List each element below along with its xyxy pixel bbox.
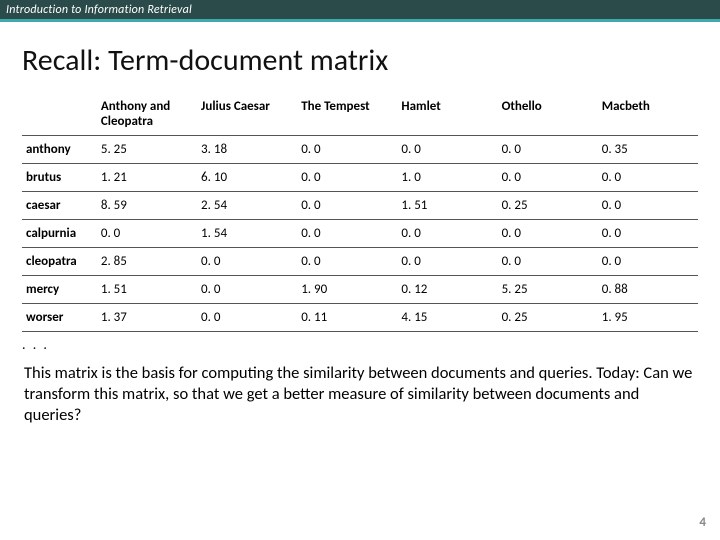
cell: 0. 35 [598, 136, 698, 164]
cell: 6. 10 [197, 164, 297, 192]
cell: 0. 0 [197, 248, 297, 276]
cell: 0. 0 [297, 136, 397, 164]
cell: 0. 0 [297, 164, 397, 192]
col-header: Julius Caesar [197, 93, 297, 136]
table-row: brutus1. 216. 100. 01. 00. 00. 0 [22, 164, 698, 192]
cell: 0. 0 [197, 304, 297, 332]
caption: This matrix is the basis for computing t… [0, 353, 720, 426]
cell: 0. 0 [297, 220, 397, 248]
cell: 1. 37 [97, 304, 197, 332]
cell: 0. 0 [598, 248, 698, 276]
row-header: cleopatra [22, 248, 97, 276]
cell: 1. 51 [97, 276, 197, 304]
cell: 0. 11 [297, 304, 397, 332]
table-row: worser1. 370. 00. 114. 150. 251. 95 [22, 304, 698, 332]
table-header-row: Anthony and Cleopatra Julius Caesar The … [22, 93, 698, 136]
table-row: anthony5. 253. 180. 00. 00. 00. 35 [22, 136, 698, 164]
cell: 0. 0 [397, 136, 497, 164]
header-bar: Introduction to Information Retrieval [0, 0, 720, 22]
cell: 1. 54 [197, 220, 297, 248]
table-row: cleopatra2. 850. 00. 00. 0 0. 00. 0 [22, 248, 698, 276]
cell: 0. 0 [297, 248, 397, 276]
cell: 1. 51 [397, 192, 497, 220]
row-header: anthony [22, 136, 97, 164]
cell: 1. 95 [598, 304, 698, 332]
course-title: Introduction to Information Retrieval [0, 3, 192, 17]
cell: 0. 0 [97, 220, 197, 248]
cell: 0. 0 [598, 192, 698, 220]
table-corner [22, 93, 97, 136]
ellipsis: . . . [0, 332, 720, 353]
cell: 0. 0 [498, 220, 598, 248]
cell: 8. 59 [97, 192, 197, 220]
cell: 0. 0 [397, 248, 497, 276]
cell: 0. 0 [598, 164, 698, 192]
cell: 0. 0 [498, 248, 598, 276]
col-header: Othello [498, 93, 598, 136]
table-row: caesar8. 59 2. 540. 01. 510. 250. 0 [22, 192, 698, 220]
cell: 2. 54 [197, 192, 297, 220]
cell: 0. 0 [197, 276, 297, 304]
cell: 1. 21 [97, 164, 197, 192]
cell: 0. 0 [498, 136, 598, 164]
term-document-table-wrap: Anthony and Cleopatra Julius Caesar The … [0, 93, 720, 332]
row-header: brutus [22, 164, 97, 192]
cell: 0. 0 [397, 220, 497, 248]
col-header: Macbeth [598, 93, 698, 136]
cell: 0. 25 [498, 192, 598, 220]
table-row: calpurnia0. 01. 540. 00. 00. 00. 0 [22, 220, 698, 248]
col-header: The Tempest [297, 93, 397, 136]
page-title: Recall: Term-document matrix [22, 42, 720, 79]
col-header: Anthony and Cleopatra [97, 93, 197, 136]
slide: Introduction to Information Retrieval Re… [0, 0, 720, 540]
term-document-table: Anthony and Cleopatra Julius Caesar The … [22, 93, 698, 332]
cell: 4. 15 [397, 304, 497, 332]
cell: 1. 90 [297, 276, 397, 304]
cell: 0. 25 [498, 304, 598, 332]
cell: 0. 12 [397, 276, 497, 304]
row-header: calpurnia [22, 220, 97, 248]
cell: 5. 25 [97, 136, 197, 164]
row-header: mercy [22, 276, 97, 304]
cell: 5. 25 [498, 276, 598, 304]
col-header: Hamlet [397, 93, 497, 136]
page-number: 4 [699, 515, 706, 530]
cell: 3. 18 [197, 136, 297, 164]
table-row: mercy1. 510. 01. 900. 125. 250. 88 [22, 276, 698, 304]
cell: 2. 85 [97, 248, 197, 276]
cell: 1. 0 [397, 164, 497, 192]
cell: 0. 88 [598, 276, 698, 304]
cell: 0. 0 [498, 164, 598, 192]
cell: 0. 0 [297, 192, 397, 220]
cell: 0. 0 [598, 220, 698, 248]
row-header: caesar [22, 192, 97, 220]
row-header: worser [22, 304, 97, 332]
